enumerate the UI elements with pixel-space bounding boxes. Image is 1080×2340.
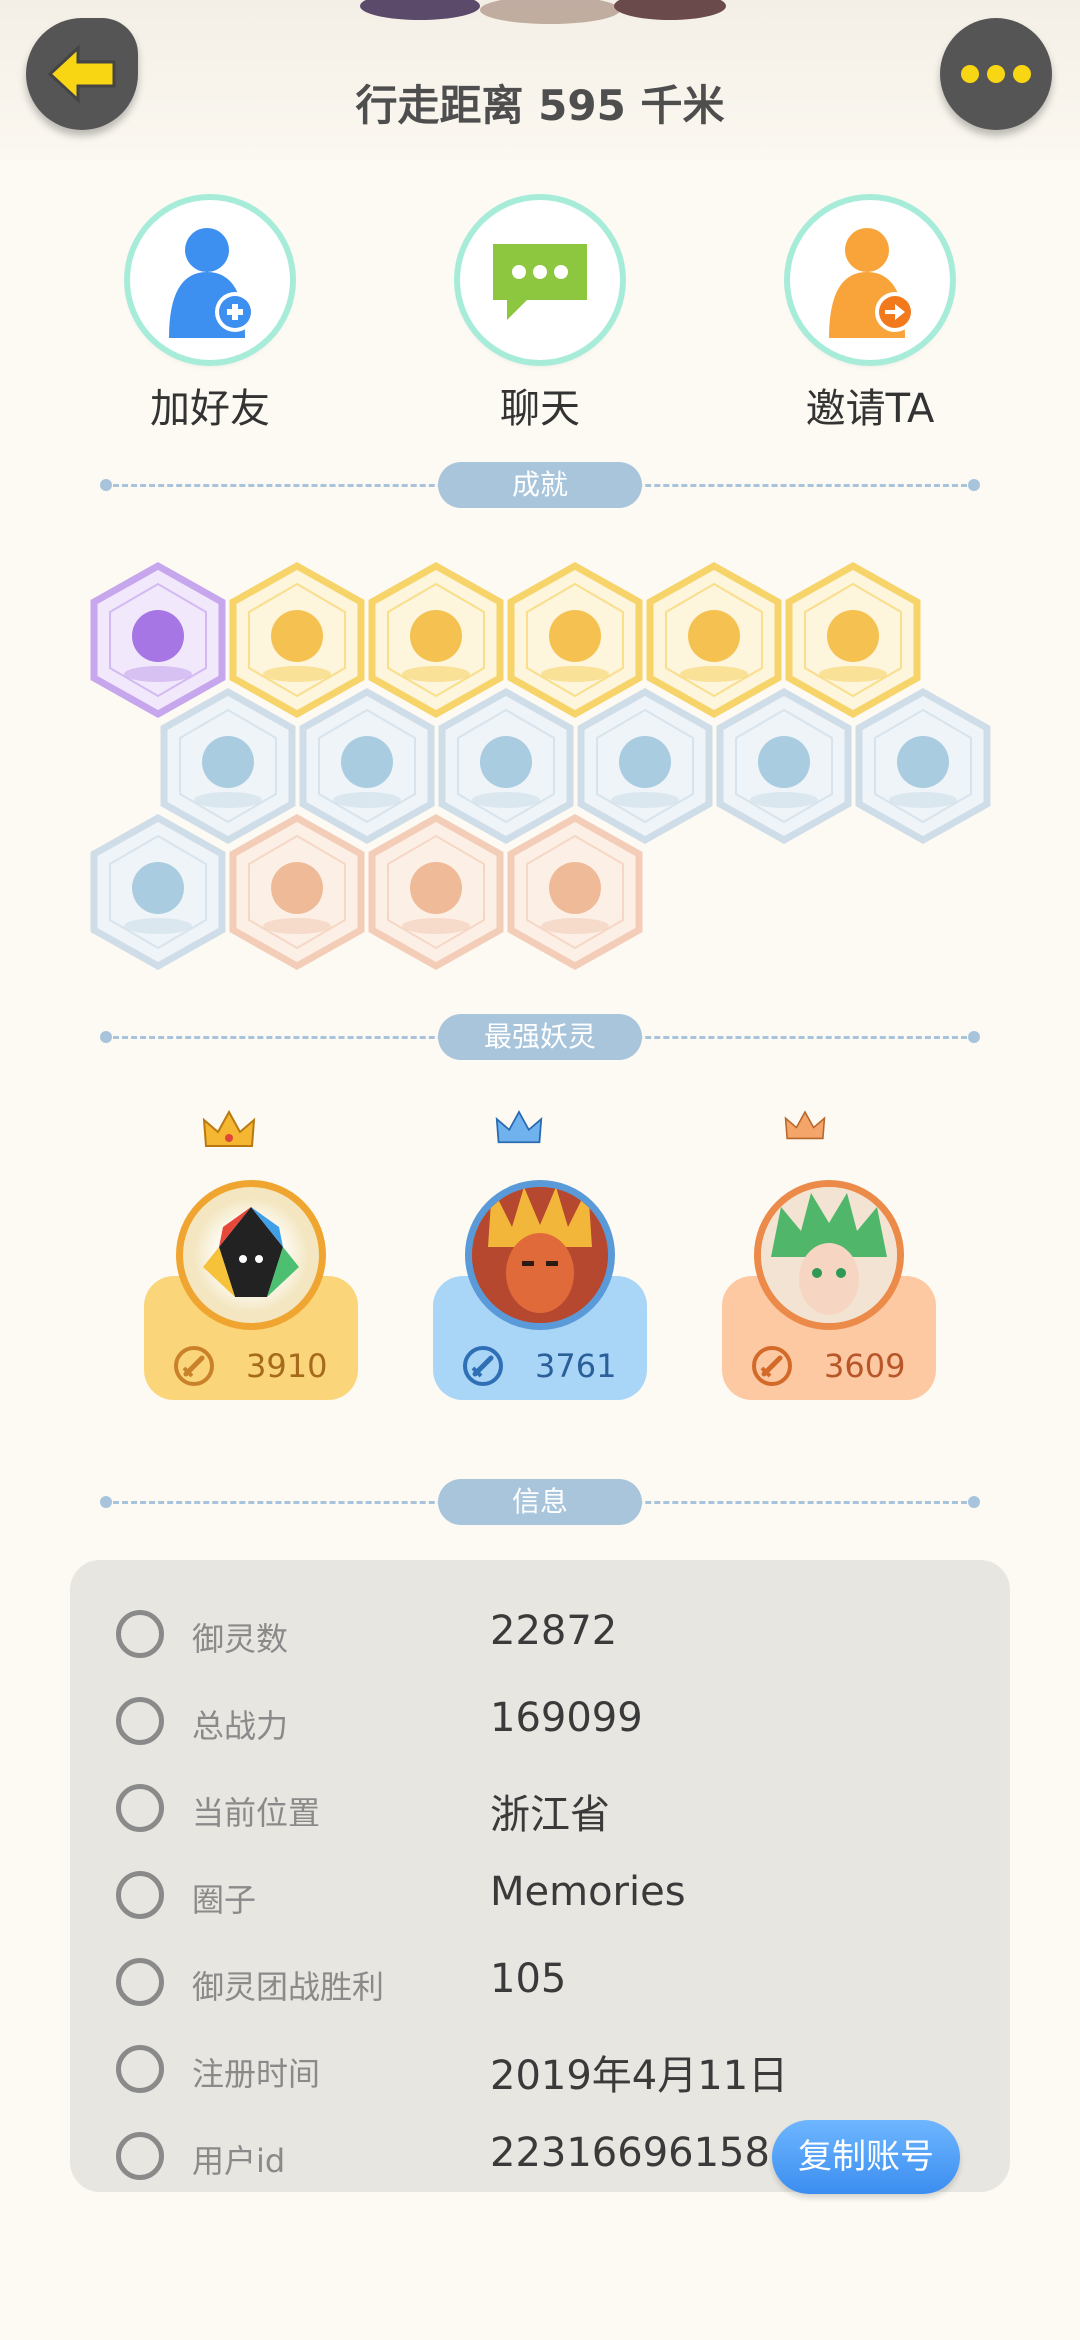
add-friend-icon <box>169 228 255 338</box>
info-value: 2019年4月11日 <box>490 2053 789 2099</box>
info-key: 当前位置 <box>192 1794 321 1832</box>
invite-label: 邀请TA <box>805 386 935 432</box>
spirit-count-icon <box>116 1610 164 1658</box>
info-row-total-power: 总战力 169099 <box>70 1691 1010 1751</box>
spirit-power-1: 3910 <box>246 1347 328 1385</box>
achievements-title: 成就 <box>438 462 642 508</box>
deer-badge[interactable] <box>368 814 504 970</box>
info-key: 总战力 <box>192 1707 289 1745</box>
horned-statue-badge[interactable] <box>90 814 226 970</box>
hero-figure-feet <box>360 0 726 24</box>
sword-icon <box>116 1697 164 1745</box>
info-row-team-wins: 御灵团战胜利 105 <box>70 1952 1010 2012</box>
invite-button[interactable]: 邀请TA <box>770 200 970 434</box>
info-row-location: 当前位置 浙江省 <box>70 1778 1010 1838</box>
info-panel: 御灵数 22872 总战力 169099 当前位置 浙江省 圈子 Memorie… <box>70 1560 1010 2194</box>
shield-badge[interactable] <box>855 688 991 844</box>
circle-icon <box>116 1871 164 1919</box>
spirit-avatar-1 <box>176 1180 326 1330</box>
achievements-header: 成就 <box>100 462 980 508</box>
more-button[interactable] <box>940 18 1052 130</box>
info-row-register-date: 注册时间 2019年4月11日 <box>70 2039 1010 2099</box>
strongest-header: 最强妖灵 <box>100 1014 980 1060</box>
more-icon <box>961 65 1031 83</box>
gold-crown-icon <box>202 1110 256 1147</box>
walk-distance: 行走距离 595 千米 <box>355 81 725 130</box>
spirit-power-2: 3761 <box>535 1347 617 1385</box>
info-value: 浙江省 <box>490 1792 610 1838</box>
chat-button[interactable]: 聊天 <box>440 200 640 434</box>
cat-wand-badge[interactable] <box>716 688 852 844</box>
info-header: 信息 <box>100 1479 980 1525</box>
add-friend-button[interactable]: 加好友 <box>110 200 310 434</box>
info-value: 169099 <box>490 1695 643 1741</box>
invite-icon <box>829 228 915 338</box>
sword-icon <box>174 1346 214 1386</box>
info-key: 御灵团战胜利 <box>192 1968 385 2006</box>
info-value: 22316696158 <box>490 2130 770 2176</box>
cart-badge[interactable] <box>229 814 365 970</box>
info-row-circle: 圈子 Memories <box>70 1865 1010 1925</box>
copy-account-button[interactable]: 复制账号 <box>772 2120 960 2194</box>
spirit-power-3: 3609 <box>824 1347 906 1385</box>
location-icon <box>116 1784 164 1832</box>
info-row-spirit-count: 御灵数 22872 <box>70 1604 1010 1664</box>
info-row-user-id: 用户id 22316696158 复制账号 <box>70 2120 1010 2194</box>
cat-duo-badge[interactable] <box>507 814 643 970</box>
info-key: 御灵数 <box>192 1620 289 1658</box>
sword-icon <box>463 1346 503 1386</box>
strongest-title: 最强妖灵 <box>438 1014 642 1060</box>
chat-icon <box>493 244 587 320</box>
spirit-avatar-2 <box>465 1180 615 1330</box>
info-key: 圈子 <box>192 1881 257 1919</box>
info-key: 注册时间 <box>192 2055 321 2093</box>
id-card-icon <box>116 2132 164 2180</box>
trophy-icon <box>116 1958 164 2006</box>
info-title: 信息 <box>438 1479 642 1525</box>
info-key: 用户id <box>192 2142 286 2180</box>
orange-crown-icon <box>784 1110 826 1140</box>
info-value: 105 <box>490 1956 567 2002</box>
sword-icon <box>752 1346 792 1386</box>
chat-label: 聊天 <box>500 386 580 432</box>
add-friend-label: 加好友 <box>150 386 270 432</box>
spirit-avatar-3 <box>754 1180 904 1330</box>
clock-icon <box>116 2045 164 2093</box>
info-value: 22872 <box>490 1608 618 1654</box>
info-value: Memories <box>490 1869 686 1915</box>
blue-crown-icon <box>495 1110 543 1144</box>
